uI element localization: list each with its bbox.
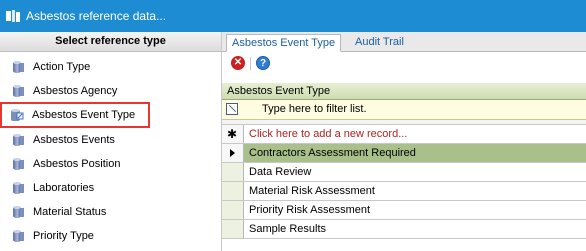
toolbar-separator xyxy=(250,57,251,70)
row-selector: ✱ xyxy=(222,125,244,143)
table-row[interactable]: Contractors Assessment Required xyxy=(222,144,586,163)
database-icon xyxy=(11,84,25,98)
ref-item-label: Action Type xyxy=(33,61,91,73)
ref-item-label: Material Status xyxy=(33,206,107,218)
ref-item-label: Asbestos Agency xyxy=(33,85,118,97)
column-header[interactable]: Asbestos Event Type xyxy=(222,83,586,100)
table-row[interactable]: Material Risk Assessment xyxy=(222,182,586,201)
row-text: Data Review xyxy=(249,166,312,178)
app-icon xyxy=(6,10,20,22)
add-record-row[interactable]: ✱ Click here to add a new record... xyxy=(222,125,586,144)
row-text: Material Risk Assessment xyxy=(249,185,375,197)
title-bar: Asbestos reference data... xyxy=(0,0,586,32)
row-selector xyxy=(222,182,244,200)
row-selector xyxy=(222,163,244,181)
window-title: Asbestos reference data... xyxy=(26,9,167,23)
filter-icon[interactable] xyxy=(226,103,238,115)
database-icon xyxy=(11,205,25,219)
database-icon xyxy=(11,157,25,171)
ref-item-label: Priority Type xyxy=(33,230,94,242)
help-icon[interactable]: ? xyxy=(256,56,270,70)
ref-item-laboratories[interactable]: Laboratories xyxy=(0,177,222,199)
database-icon xyxy=(11,133,25,147)
ref-item-asbestos-event-type[interactable]: Asbestos Event Type xyxy=(0,102,150,128)
ref-item-material-status[interactable]: Material Status xyxy=(0,201,222,223)
ref-item-asbestos-agency[interactable]: Asbestos Agency xyxy=(0,80,222,102)
current-row-arrow-icon xyxy=(230,149,235,157)
row-text: Sample Results xyxy=(249,223,327,235)
row-selector xyxy=(222,220,244,238)
ref-item-label: Asbestos Events xyxy=(33,134,115,146)
reference-type-header: Select reference type xyxy=(0,32,221,52)
tab-strip: Asbestos Event Type Audit Trail xyxy=(222,32,586,52)
ref-item-label: Asbestos Event Type xyxy=(32,109,136,121)
table-row[interactable]: Priority Risk Assessment xyxy=(222,201,586,220)
ref-item-label: Laboratories xyxy=(33,182,95,194)
ref-item-asbestos-events[interactable]: Asbestos Events xyxy=(0,129,222,151)
table-row[interactable]: Data Review xyxy=(222,163,586,182)
filter-row[interactable]: Type here to filter list. xyxy=(222,100,586,120)
grid-toolbar: ✕ ? xyxy=(222,52,586,77)
reference-detail-panel: Asbestos Event Type Audit Trail ✕ ? Asbe… xyxy=(222,32,586,251)
database-edit-icon xyxy=(10,108,24,122)
row-selector xyxy=(222,144,244,162)
database-icon xyxy=(11,229,25,243)
records-grid: Asbestos Event Type Type here to filter … xyxy=(222,83,586,239)
row-selector xyxy=(222,201,244,219)
tab-audit-trail[interactable]: Audit Trail xyxy=(350,34,409,52)
add-record-text[interactable]: Click here to add a new record... xyxy=(249,128,407,140)
table-row[interactable]: Sample Results xyxy=(222,220,586,239)
tab-asbestos-event-type[interactable]: Asbestos Event Type xyxy=(226,34,342,52)
ref-item-asbestos-position[interactable]: Asbestos Position xyxy=(0,153,222,175)
new-row-icon: ✱ xyxy=(227,127,238,141)
row-text: Contractors Assessment Required xyxy=(249,147,416,159)
ref-item-action-type[interactable]: Action Type xyxy=(0,56,222,78)
ref-item-label: Asbestos Position xyxy=(33,158,121,170)
filter-input[interactable]: Type here to filter list. xyxy=(262,103,367,115)
ref-item-priority-type[interactable]: Priority Type xyxy=(0,225,222,247)
row-text: Priority Risk Assessment xyxy=(249,204,371,216)
delete-icon[interactable]: ✕ xyxy=(231,56,245,70)
reference-type-panel: Select reference type Action Type Asbest… xyxy=(0,32,222,251)
database-icon xyxy=(11,60,25,74)
database-icon xyxy=(11,181,25,195)
